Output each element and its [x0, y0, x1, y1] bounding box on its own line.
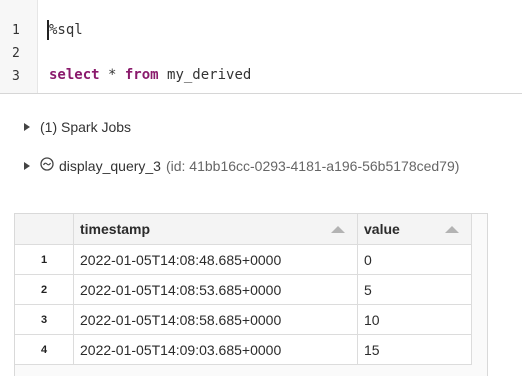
code-star: * — [99, 67, 125, 83]
value-cell: 15 — [357, 334, 472, 365]
table-row: 4 2022-01-05T14:09:03.685+0000 15 — [15, 334, 472, 365]
display-query-toggle[interactable]: display_query_3 (id: 41bb16cc-0293-4181-… — [22, 157, 459, 174]
triangle-right-icon — [24, 123, 30, 131]
sort-arrow-icon[interactable] — [445, 225, 459, 233]
timestamp-cell: 2022-01-05T14:08:53.685+0000 — [73, 274, 358, 305]
table-header-row: timestamp value — [15, 214, 472, 245]
timestamp-cell: 2022-01-05T14:08:48.685+0000 — [73, 244, 358, 275]
column-header-value[interactable]: value — [357, 214, 472, 245]
table-row: 3 2022-01-05T14:08:58.685+0000 10 — [15, 304, 472, 335]
line-number-2: 2 — [12, 46, 20, 61]
spark-jobs-label: (1) Spark Jobs — [40, 119, 132, 135]
timestamp-cell: 2022-01-05T14:09:03.685+0000 — [73, 334, 358, 365]
value-cell: 0 — [357, 244, 472, 275]
table-row: 1 2022-01-05T14:08:48.685+0000 0 — [15, 244, 472, 275]
query-id: (id: 41bb16cc-0293-4181-a196-56b5178ced7… — [165, 157, 460, 174]
stream-circle-icon — [40, 157, 54, 174]
column-header-timestamp[interactable]: timestamp — [73, 214, 358, 245]
sort-arrow-icon[interactable] — [331, 225, 345, 233]
table-row: 2 2022-01-05T14:08:53.685+0000 5 — [15, 274, 472, 305]
keyword-from: from — [124, 67, 159, 83]
value-cell: 5 — [357, 274, 472, 305]
line-number-gutter: 1 2 3 — [0, 0, 38, 93]
line-number-3: 3 — [12, 69, 20, 84]
line-number-1: 1 — [12, 23, 20, 38]
row-index: 4 — [15, 334, 74, 365]
results-table-container: timestamp value 1 2022-01-05T14:08:48.68… — [14, 213, 488, 376]
timestamp-cell: 2022-01-05T14:08:58.685+0000 — [73, 304, 358, 335]
sql-code-editor[interactable]: 1 2 3 %sql select * from my_derived — [0, 0, 522, 94]
results-table: timestamp value 1 2022-01-05T14:08:48.68… — [15, 214, 472, 365]
table-name: my_derived — [158, 67, 252, 83]
code-line-3[interactable]: select * from my_derived — [49, 67, 251, 83]
code-line-1[interactable]: %sql — [49, 22, 83, 38]
row-index: 2 — [15, 274, 74, 305]
spark-jobs-toggle[interactable]: (1) Spark Jobs — [22, 119, 131, 135]
index-header — [15, 214, 74, 245]
value-cell: 10 — [357, 304, 472, 335]
row-index: 3 — [15, 304, 74, 335]
query-name: display_query_3 — [59, 157, 161, 174]
column-header-label: timestamp — [80, 221, 151, 237]
column-header-label: value — [364, 221, 400, 237]
row-index: 1 — [15, 244, 74, 275]
keyword-select: select — [49, 67, 100, 83]
triangle-right-icon — [24, 161, 30, 170]
